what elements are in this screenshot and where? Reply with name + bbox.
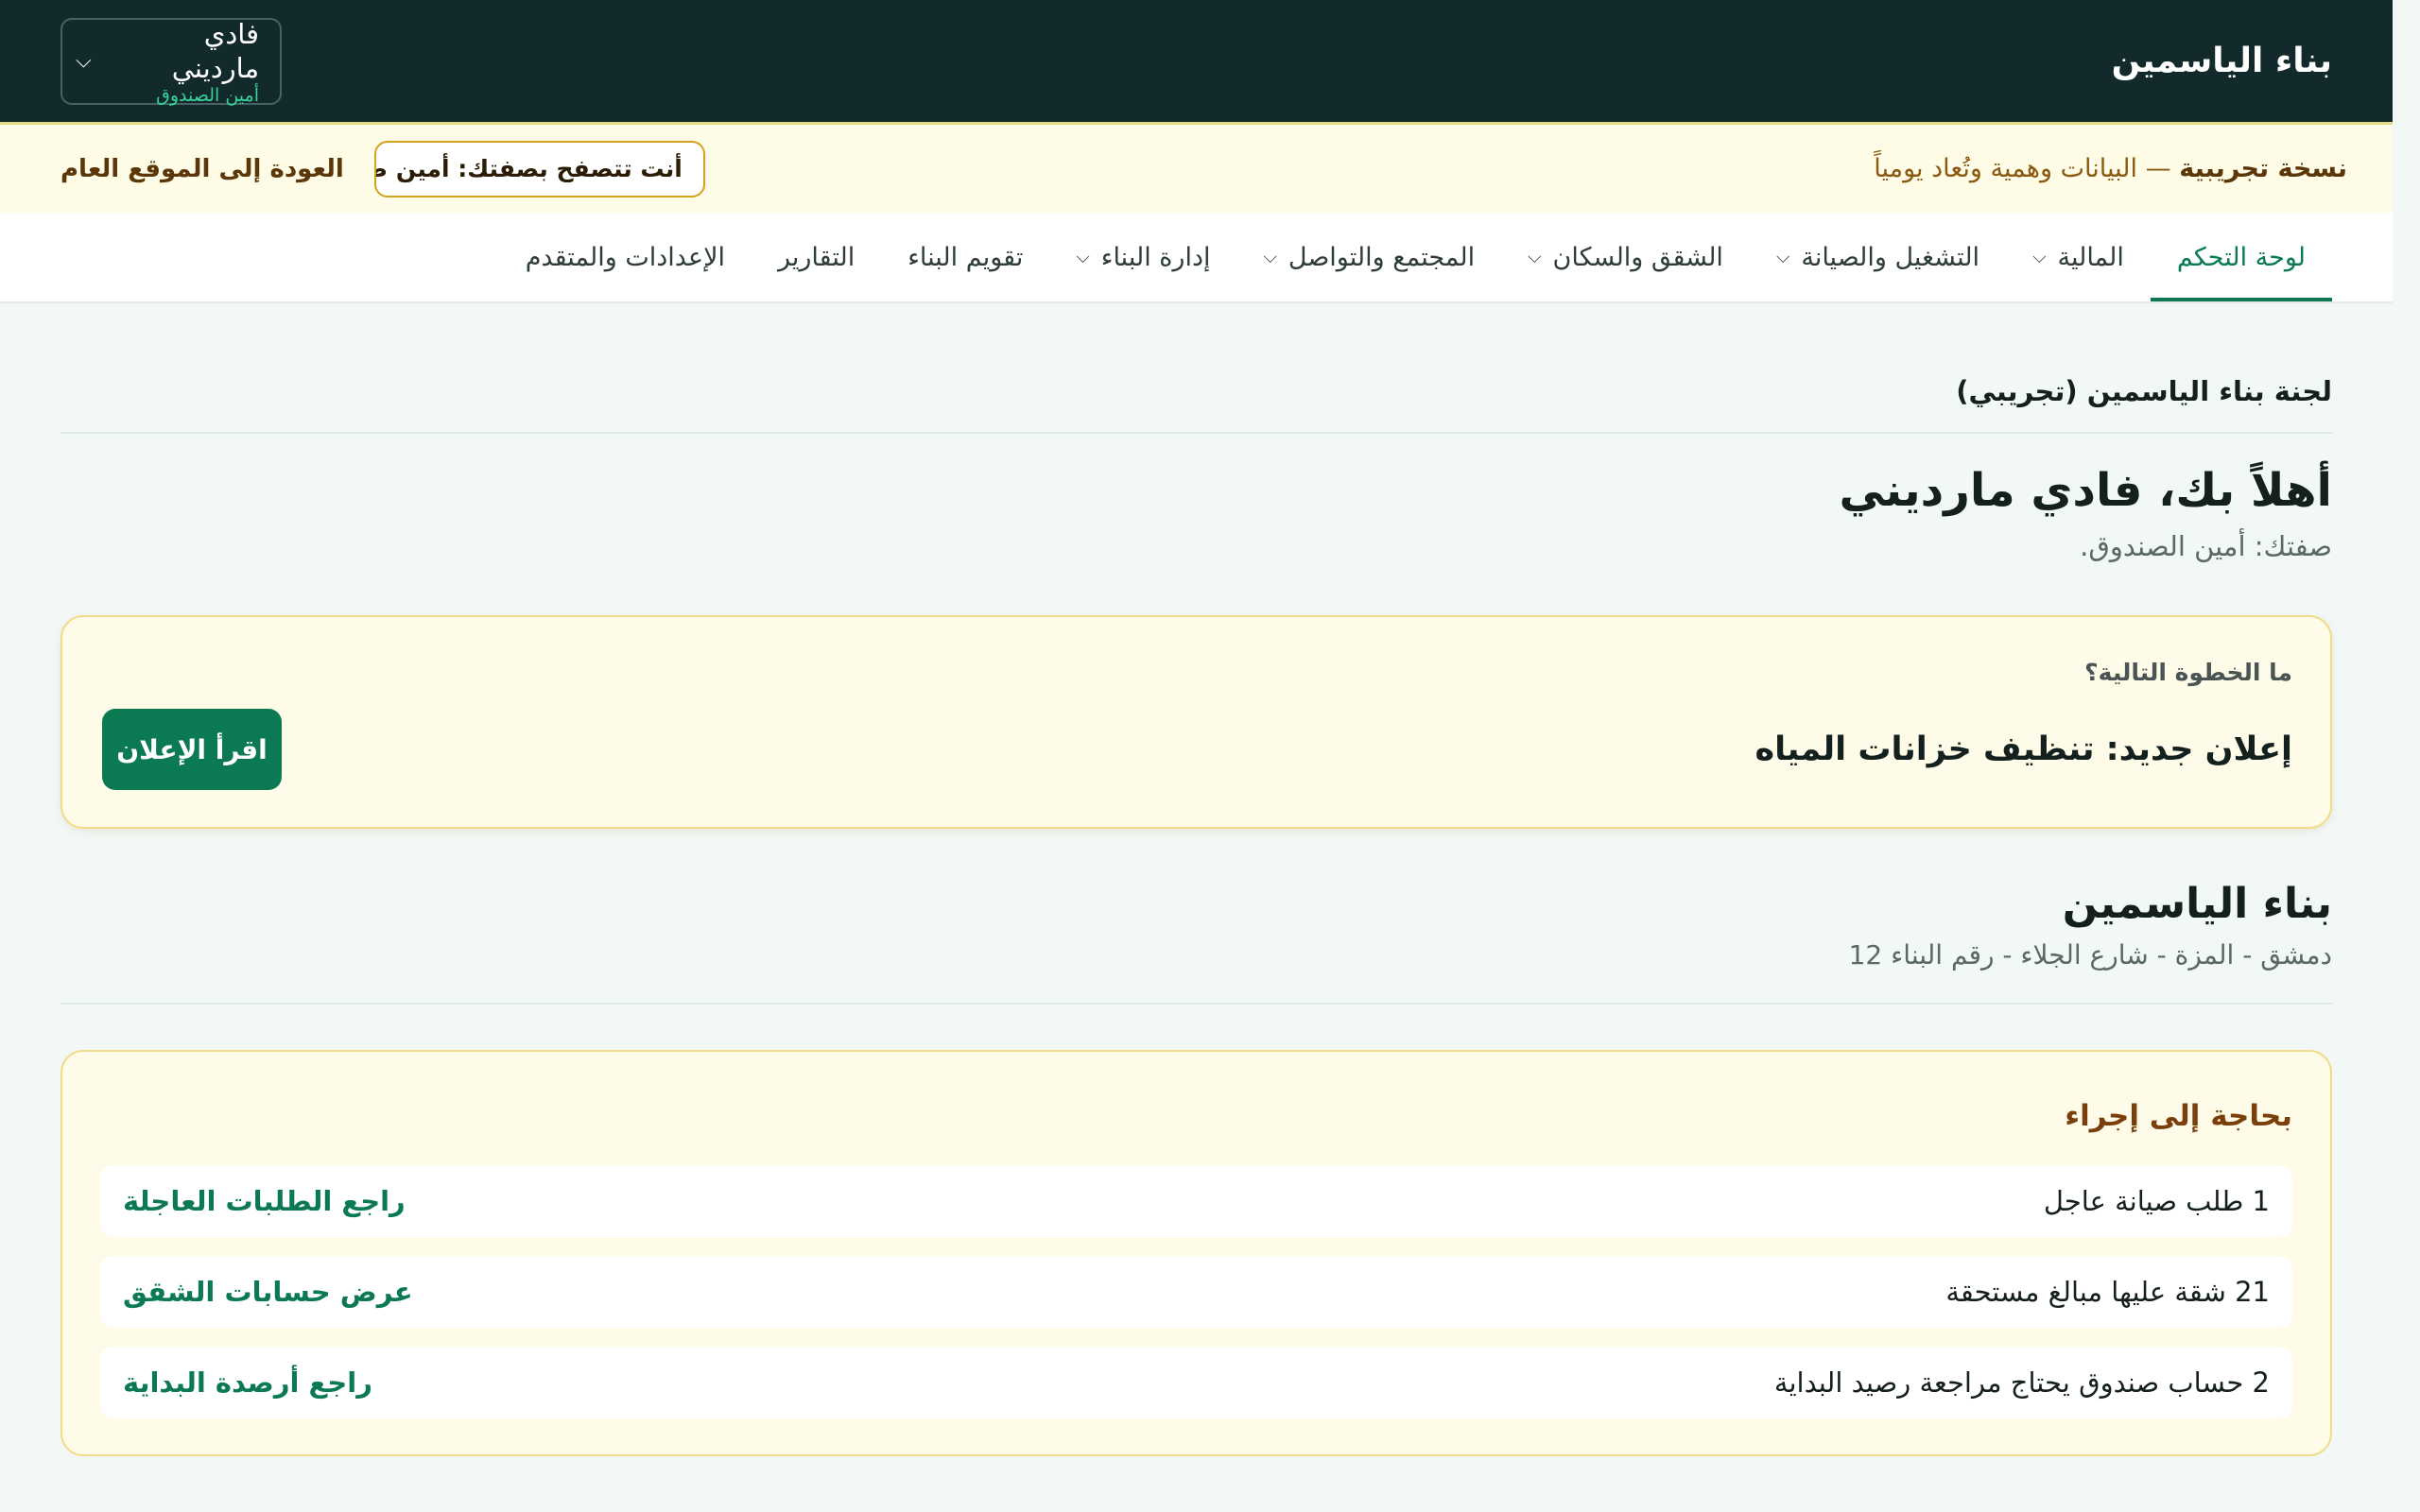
tab-reports[interactable]: التقارير [752,213,881,301]
welcome-heading: أهلاً بك، فادي مارديني [1839,464,2332,517]
action-text: 21 شقة عليها مبالغ مستحقة [1945,1276,2270,1308]
action-row-apartments-due: 21 شقة عليها مبالغ مستحقة عرض حسابات الش… [100,1256,2292,1328]
tab-apartments-residents[interactable]: الشقق والسكان ⌵ [1501,213,1750,301]
tab-label: المجتمع والتواصل [1288,242,1476,272]
demo-message: نسخة تجريبية — البيانات وهمية وتُعاد يوم… [1874,154,2347,183]
action-text: 2 حساب صندوق يحتاج مراجعة رصيد البداية [1773,1366,2270,1399]
action-needed-title: بحاجة إلى إجراء [2065,1099,2292,1133]
user-info: فادي مارديني أمين الصندوق [109,17,259,106]
tab-label: الإعدادات والمتقدم [525,242,725,272]
chevron-down-icon: ⌵ [1775,247,1790,267]
tab-label: المالية [2057,242,2124,272]
top-bar: بناء الياسمين فادي مارديني أمين الصندوق … [0,0,2393,122]
committee-title: لجنة بناء الياسمين (تجريبي) [60,303,2332,434]
next-step-title: إعلان جديد: تنظيف خزانات المياه [1754,730,2292,768]
demo-label: نسخة تجريبية [2179,154,2347,183]
chevron-down-icon: ⌵ [2032,247,2047,267]
review-urgent-requests-link[interactable]: راجع الطلبات العاجلة [123,1185,406,1217]
tab-finance[interactable]: المالية ⌵ [2006,213,2151,301]
read-announcement-button[interactable]: اقرأ الإعلان [102,709,282,790]
user-name: فادي مارديني [171,17,259,84]
main-nav: لوحة التحكم المالية ⌵ التشغيل والصيانة ⌵… [0,213,2393,303]
tab-label: التقارير [777,242,856,272]
chevron-down-icon: ⌵ [1528,247,1542,267]
role-line: صفتك: أمين الصندوق. [2080,530,2332,562]
chevron-down-icon: ⌵ [1263,247,1277,267]
tab-building-calendar[interactable]: تقويم البناء [881,213,1049,301]
demo-text: — البيانات وهمية وتُعاد يومياً [1874,154,2180,183]
tab-label: إدارة البناء [1100,242,1211,272]
chevron-down-icon: ⌵ [1076,247,1090,267]
action-text: 1 طلب صيانة عاجل [2043,1185,2270,1217]
view-apartment-accounts-link[interactable]: عرض حسابات الشقق [123,1276,413,1308]
tab-label: لوحة التحكم [2176,242,2306,272]
main-content: لجنة بناء الياسمين (تجريبي) أهلاً بك، فا… [60,303,2332,1456]
tab-operations-maintenance[interactable]: التشغيل والصيانة ⌵ [1750,213,2006,301]
tab-label: تقويم البناء [908,242,1024,272]
next-step-card: ما الخطوة التالية؟ إعلان جديد: تنظيف خزا… [60,615,2332,829]
action-row-urgent-maintenance: 1 طلب صيانة عاجل راجع الطلبات العاجلة [100,1165,2292,1237]
action-row-opening-balances: 2 حساب صندوق يحتاج مراجعة رصيد البداية ر… [100,1347,2292,1418]
brand-title: بناء الياسمين [2111,42,2332,80]
building-name: بناء الياسمين [2062,880,2332,928]
building-address: دمشق - المزة - شارع الجلاء - رقم البناء … [60,939,2332,1005]
next-step-label: ما الخطوة التالية؟ [2084,659,2292,686]
review-opening-balances-link[interactable]: راجع أرصدة البداية [123,1366,372,1399]
demo-banner: نسخة تجريبية — البيانات وهمية وتُعاد يوم… [0,122,2393,213]
user-role: أمين الصندوق [156,84,259,106]
user-menu-button[interactable]: فادي مارديني أمين الصندوق ⌵ [60,17,282,106]
action-needed-card: بحاجة إلى إجراء 1 طلب صيانة عاجل راجع ال… [60,1050,2332,1456]
demo-actions: أنت تتصفح بصفتك: أمين ص... العودة إلى ال… [60,140,705,198]
role-switcher-chip[interactable]: أنت تتصفح بصفتك: أمين ص... [373,140,705,198]
back-to-public-site-link[interactable]: العودة إلى الموقع العام [60,155,344,183]
tab-settings[interactable]: الإعدادات والمتقدم [499,213,752,301]
chevron-down-icon: ⌵ [76,49,92,73]
tab-community[interactable]: المجتمع والتواصل ⌵ [1237,213,1502,301]
tab-dashboard[interactable]: لوحة التحكم [2150,213,2333,301]
tab-label: الشقق والسكان [1552,242,1723,272]
tab-label: التشغيل والصيانة [1801,242,1980,272]
tab-building-management[interactable]: إدارة البناء ⌵ [1049,213,1236,301]
